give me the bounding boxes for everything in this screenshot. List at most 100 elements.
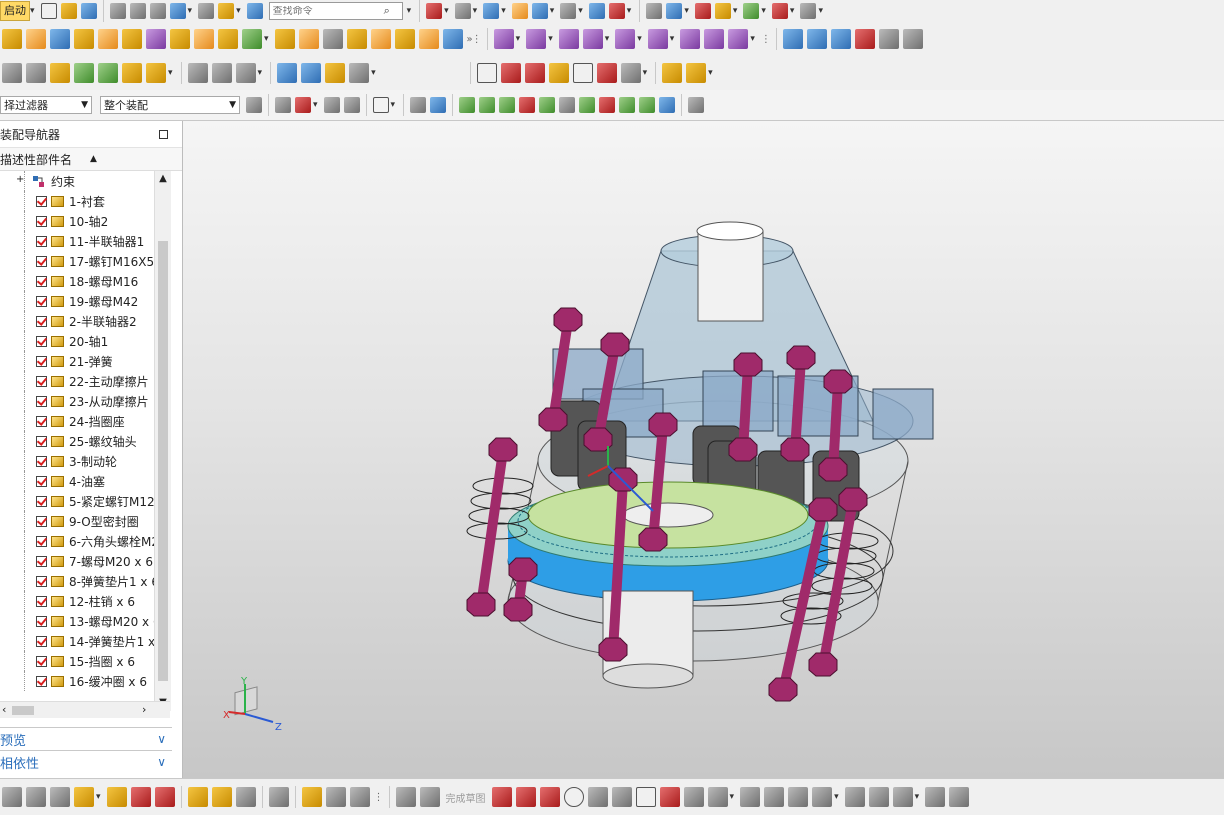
info-icon[interactable] [646, 3, 663, 19]
move-object-icon[interactable] [608, 3, 625, 19]
profile-icon[interactable] [491, 787, 512, 807]
tree-row[interactable]: 15-挡圈 x 6 [0, 651, 170, 671]
revolve-icon[interactable] [26, 29, 46, 49]
assembly-constraint-arrow-icon[interactable]: ▾ [670, 34, 675, 44]
save-icon[interactable] [80, 3, 97, 19]
chamfer-sketch-icon[interactable] [611, 787, 632, 807]
hole-icon[interactable] [146, 29, 166, 49]
gear-arrow-icon[interactable]: ▾ [371, 68, 376, 78]
point-icon[interactable] [683, 787, 704, 807]
visibility-checkbox[interactable] [36, 575, 47, 587]
tree-row[interactable]: 10-轴2 [0, 211, 170, 231]
deviation-arrow-icon[interactable]: ▾ [790, 6, 795, 16]
offset-curve-arrow-icon[interactable]: ▾ [730, 792, 735, 802]
ruler-icon[interactable] [800, 3, 817, 19]
type-filter-select[interactable]: 择过滤器 ▼ [0, 96, 92, 114]
component-properties-icon[interactable] [26, 787, 46, 807]
maximize-icon[interactable] [159, 129, 168, 139]
visibility-checkbox[interactable] [36, 295, 47, 307]
tree-row[interactable]: 13-螺母M20 x 6 [0, 611, 170, 631]
quick-extend-icon[interactable] [764, 787, 785, 807]
visibility-checkbox[interactable] [36, 395, 47, 407]
font-abc-arrow-icon[interactable]: ▾ [168, 68, 173, 78]
subtract-arrow-icon[interactable]: ▾ [264, 34, 269, 44]
auto-constraint-arrow-icon[interactable]: ▾ [915, 792, 920, 802]
through-curves-icon[interactable] [806, 29, 827, 49]
fit-icon[interactable] [426, 3, 443, 19]
circle-icon[interactable] [563, 787, 584, 807]
visibility-checkbox[interactable] [36, 635, 47, 647]
general-select-icon[interactable] [246, 97, 262, 113]
fillet-icon[interactable] [587, 787, 608, 807]
move-component-arrow-icon[interactable]: ▾ [637, 34, 642, 44]
knowledge-fusion-icon[interactable] [74, 63, 94, 83]
block-icon[interactable] [50, 29, 70, 49]
snap-quadrant-icon[interactable] [599, 97, 616, 113]
scroll-right-icon[interactable]: › [142, 703, 146, 716]
curve-analysis-icon[interactable] [743, 3, 760, 19]
tree-row[interactable]: 20-轴1 [0, 331, 170, 351]
curve-style-icon[interactable] [187, 63, 208, 83]
tree-row[interactable]: 12-柱销 x 6 [0, 591, 170, 611]
route-harness-icon[interactable] [349, 787, 370, 807]
move-to-layer-icon[interactable] [26, 63, 46, 83]
route-wire-icon[interactable] [325, 787, 346, 807]
measure-arrow-icon[interactable]: ▾ [684, 6, 689, 16]
spring-icon[interactable] [301, 63, 322, 83]
visibility-checkbox[interactable] [36, 535, 47, 547]
visibility-checkbox[interactable] [36, 615, 47, 627]
selection-scope-select[interactable]: 整个装配 ▼ [100, 96, 240, 114]
visibility-checkbox[interactable] [36, 515, 47, 527]
pattern-curve-icon[interactable] [812, 787, 833, 807]
expand-icon[interactable]: + [16, 174, 26, 185]
grid-icon[interactable] [688, 97, 705, 113]
quick-trim-icon[interactable] [740, 787, 761, 807]
filter-settings-icon[interactable] [295, 97, 311, 113]
pattern-curve-arrow-icon[interactable]: ▾ [834, 792, 839, 802]
split-body-icon[interactable] [346, 29, 367, 49]
snap-intersection-icon[interactable] [539, 97, 556, 113]
intersect-icon[interactable] [274, 29, 295, 49]
clearance-icon[interactable] [268, 787, 289, 807]
dimension-icon[interactable] [596, 63, 617, 83]
move-component-icon[interactable] [615, 29, 636, 49]
snap-icon[interactable] [218, 3, 235, 19]
tree-row[interactable]: 6-六角头螺栓M2 [0, 531, 170, 551]
add-component-arrow-icon[interactable]: ▾ [516, 34, 521, 44]
tree-row[interactable]: 25-螺纹轴头 [0, 431, 170, 451]
shell-icon[interactable] [442, 29, 463, 49]
add-arrow-icon[interactable]: ▾ [96, 792, 101, 802]
cone-icon[interactable] [98, 29, 118, 49]
surface-icon[interactable] [782, 29, 803, 49]
assembly-constraint-icon[interactable] [647, 29, 668, 49]
unite-icon[interactable] [218, 29, 238, 49]
select-parent-icon[interactable] [343, 97, 360, 113]
alternate-solution-icon[interactable] [949, 787, 970, 807]
make-corner-icon[interactable] [788, 787, 809, 807]
mirror-icon[interactable] [130, 787, 151, 807]
tree-row[interactable]: 9-O型密封圈 [0, 511, 170, 531]
sew-icon[interactable] [878, 29, 899, 49]
tree-row[interactable]: 18-螺母M16 [0, 271, 170, 291]
visibility-checkbox[interactable] [36, 235, 47, 247]
open-icon[interactable] [60, 3, 77, 19]
component-array-icon[interactable] [558, 29, 579, 49]
auto-constraint-icon[interactable] [892, 787, 913, 807]
visibility-checkbox[interactable] [36, 415, 47, 427]
tree-row[interactable]: 21-弹簧 [0, 351, 170, 371]
visibility-checkbox[interactable] [36, 455, 47, 467]
visibility-checkbox[interactable] [36, 495, 47, 507]
visibility-checkbox[interactable] [36, 435, 47, 447]
hscroll-thumb[interactable] [12, 706, 34, 715]
font-abc-icon[interactable] [146, 63, 166, 83]
finish-sketch-icon[interactable] [419, 787, 440, 807]
thicken-icon[interactable] [902, 29, 923, 49]
trim-body-icon[interactable] [322, 29, 343, 49]
scroll-thumb[interactable] [158, 241, 168, 681]
search-arrow-icon[interactable]: ▾ [407, 6, 412, 16]
magnifier-icon[interactable]: ⌕ [384, 4, 390, 18]
studio-surface-icon[interactable] [830, 29, 851, 49]
overflow-icon[interactable]: »⋮ [467, 34, 482, 45]
sketch-icon[interactable] [395, 787, 416, 807]
snap-curve-icon[interactable] [519, 97, 536, 113]
